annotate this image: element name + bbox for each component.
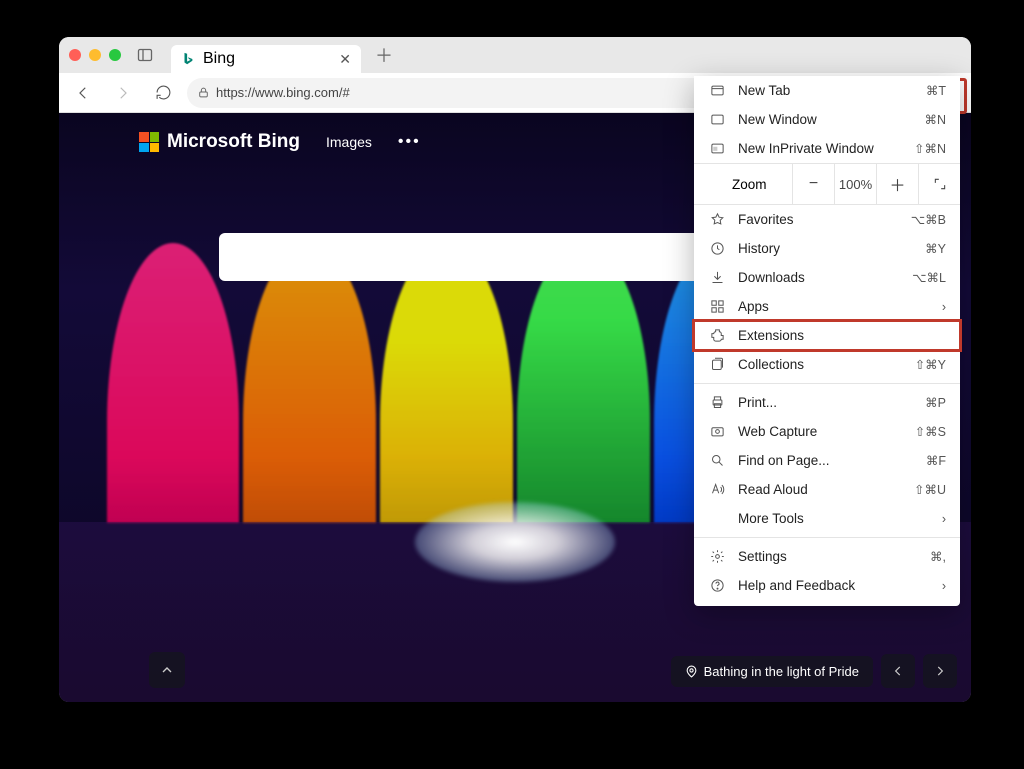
microsoft-logo-icon bbox=[139, 132, 159, 152]
history-icon bbox=[708, 241, 726, 256]
menu-settings[interactable]: Settings ⌘, bbox=[694, 542, 960, 571]
menu-history[interactable]: History ⌘Y bbox=[694, 234, 960, 263]
capture-icon bbox=[708, 424, 726, 439]
inprivate-icon bbox=[708, 141, 726, 156]
sidebar-icon[interactable] bbox=[137, 47, 153, 63]
tab-title: Bing bbox=[203, 50, 235, 68]
new-window-icon bbox=[708, 112, 726, 127]
new-tab-button[interactable]: ＋ bbox=[375, 42, 393, 68]
menu-apps[interactable]: Apps › bbox=[694, 292, 960, 321]
menu-collections[interactable]: Collections ⇧⌘Y bbox=[694, 350, 960, 379]
collections-icon bbox=[708, 357, 726, 372]
window-controls bbox=[69, 49, 121, 61]
minimize-window-button[interactable] bbox=[89, 49, 101, 61]
menu-favorites[interactable]: Favorites ⌥⌘B bbox=[694, 205, 960, 234]
zoom-out-button[interactable]: − bbox=[792, 164, 834, 204]
apps-icon bbox=[708, 299, 726, 314]
caption-text: Bathing in the light of Pride bbox=[704, 664, 859, 679]
new-tab-icon bbox=[708, 83, 726, 98]
menu-downloads[interactable]: Downloads ⌥⌘L bbox=[694, 263, 960, 292]
download-icon bbox=[708, 270, 726, 285]
back-button[interactable] bbox=[67, 77, 99, 109]
url-text: https://www.bing.com/# bbox=[216, 85, 350, 100]
nav-images-link[interactable]: Images bbox=[326, 134, 372, 150]
search-icon bbox=[708, 453, 726, 468]
settings-menu: New Tab ⌘T New Window ⌘N New InPrivate W… bbox=[694, 76, 960, 606]
menu-zoom: Zoom − 100% ＋ bbox=[694, 163, 960, 205]
print-icon bbox=[708, 395, 726, 410]
menu-help[interactable]: Help and Feedback › bbox=[694, 571, 960, 600]
fullscreen-button[interactable] bbox=[918, 164, 960, 204]
menu-extensions[interactable]: Extensions bbox=[694, 321, 960, 350]
menu-more-tools[interactable]: More Tools › bbox=[694, 504, 960, 533]
refresh-button[interactable] bbox=[147, 77, 179, 109]
bing-logo[interactable]: Microsoft Bing bbox=[139, 131, 300, 153]
zoom-in-button[interactable]: ＋ bbox=[876, 164, 918, 204]
chevron-right-icon: › bbox=[942, 300, 946, 314]
next-image-button[interactable] bbox=[923, 654, 957, 688]
more-nav-icon[interactable]: ••• bbox=[398, 133, 421, 151]
menu-web-capture[interactable]: Web Capture ⇧⌘S bbox=[694, 417, 960, 446]
lock-icon bbox=[197, 86, 210, 99]
chevron-right-icon: › bbox=[942, 579, 946, 593]
zoom-label: Zoom bbox=[694, 167, 792, 202]
image-caption-bar: Bathing in the light of Pride bbox=[671, 654, 957, 688]
forward-button[interactable] bbox=[107, 77, 139, 109]
maximize-window-button[interactable] bbox=[109, 49, 121, 61]
menu-new-window[interactable]: New Window ⌘N bbox=[694, 105, 960, 134]
close-window-button[interactable] bbox=[69, 49, 81, 61]
close-tab-button[interactable]: ✕ bbox=[339, 51, 351, 68]
titlebar: Bing ✕ ＋ bbox=[59, 37, 971, 73]
prev-image-button[interactable] bbox=[881, 654, 915, 688]
brand-text: Microsoft Bing bbox=[167, 131, 300, 153]
extension-icon bbox=[708, 328, 726, 343]
menu-new-tab[interactable]: New Tab ⌘T bbox=[694, 76, 960, 105]
menu-new-inprivate[interactable]: New InPrivate Window ⇧⌘N bbox=[694, 134, 960, 163]
menu-find[interactable]: Find on Page... ⌘F bbox=[694, 446, 960, 475]
bing-favicon-icon bbox=[181, 52, 195, 66]
star-icon bbox=[708, 212, 726, 227]
location-icon bbox=[685, 665, 698, 678]
gear-icon bbox=[708, 549, 726, 564]
help-icon bbox=[708, 578, 726, 593]
browser-tab[interactable]: Bing ✕ bbox=[171, 45, 361, 73]
chevron-right-icon: › bbox=[942, 512, 946, 526]
read-aloud-icon bbox=[708, 482, 726, 497]
image-caption[interactable]: Bathing in the light of Pride bbox=[671, 656, 873, 687]
menu-print[interactable]: Print... ⌘P bbox=[694, 388, 960, 417]
menu-read-aloud[interactable]: Read Aloud ⇧⌘U bbox=[694, 475, 960, 504]
bing-header: Microsoft Bing Images ••• bbox=[139, 131, 421, 153]
expand-button[interactable] bbox=[149, 652, 185, 688]
zoom-value: 100% bbox=[834, 164, 876, 204]
